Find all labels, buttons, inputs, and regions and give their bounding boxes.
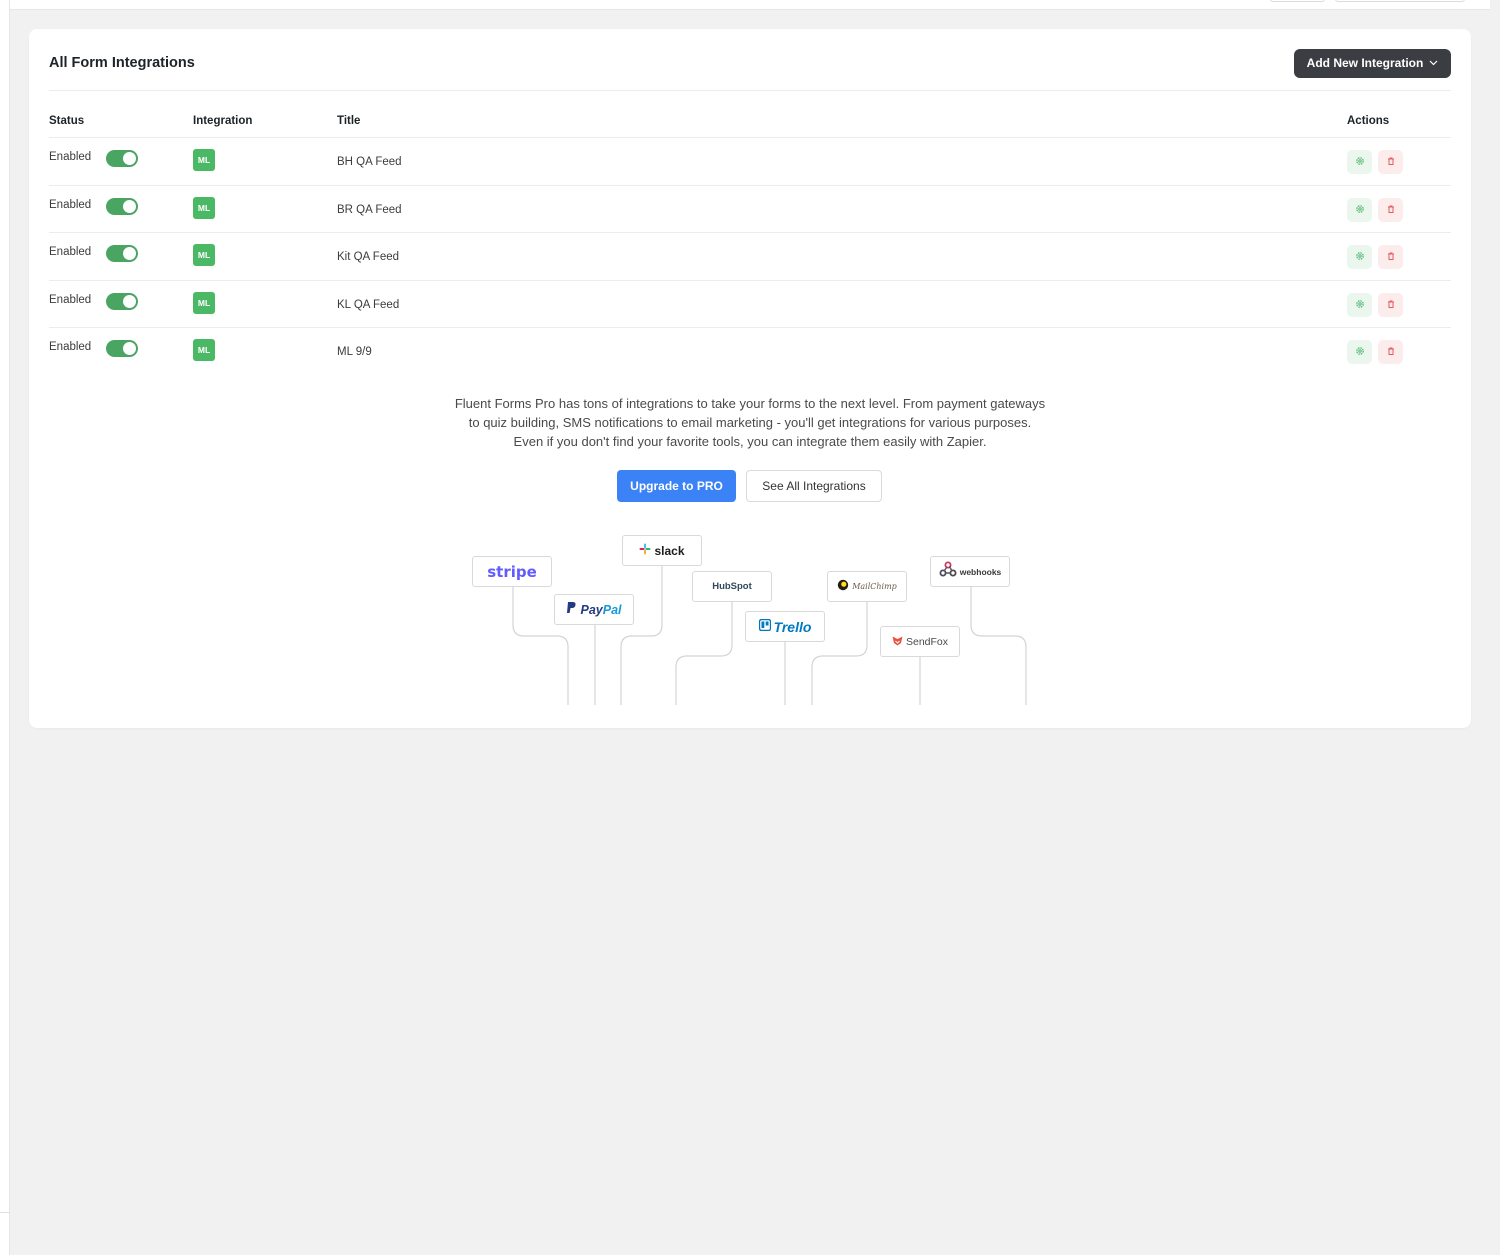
delete-button[interactable]	[1378, 340, 1403, 364]
integration-badge: ML	[193, 244, 215, 266]
paypal-wordmark: PayPal	[580, 603, 621, 617]
settings-button[interactable]	[1347, 150, 1372, 174]
status-toggle[interactable]	[106, 197, 138, 215]
delete-button[interactable]	[1378, 245, 1403, 269]
settings-button[interactable]	[1347, 245, 1372, 269]
integration-badge: ML	[193, 291, 215, 314]
promo-line: Even if you don't find your favorite too…	[513, 434, 987, 449]
trash-icon	[1386, 343, 1396, 361]
mailchimp-logo: MailChimp	[827, 571, 907, 602]
sendfox-logo: SendFox	[880, 626, 960, 657]
integration-badge: ML	[193, 149, 215, 171]
webhooks-logo: webhooks	[930, 556, 1010, 587]
feed-title: ML 9/9	[337, 346, 372, 358]
webhooks-icon	[939, 561, 957, 582]
trash-icon	[1386, 296, 1396, 314]
status-label: Enabled	[49, 198, 92, 211]
pro-promo-text: Fluent Forms Pro has tons of integration…	[29, 394, 1471, 451]
page-title: All Form Integrations	[49, 55, 195, 71]
table-row: Enabled ML ML 9/9	[49, 328, 1451, 376]
trello-icon	[758, 618, 771, 636]
top-toolbar	[10, 0, 1490, 10]
table-row: Enabled ML Kit QA Feed	[49, 233, 1451, 281]
column-title: Title	[337, 115, 361, 127]
table-row: Enabled ML KL QA Feed	[49, 281, 1451, 328]
gear-icon	[1355, 296, 1365, 314]
trello-wordmark: Trello	[773, 618, 812, 635]
sendfox-wordmark: SendFox	[905, 635, 949, 648]
mailchimp-icon	[837, 578, 849, 596]
toolbar-button-ghost[interactable]	[1270, 0, 1325, 2]
see-all-integrations-button[interactable]: See All Integrations	[746, 470, 882, 502]
trash-icon	[1386, 248, 1396, 266]
stripe-logo: stripe	[472, 556, 552, 587]
add-new-integration-label: Add New Integration	[1306, 56, 1424, 70]
delete-button[interactable]	[1378, 197, 1403, 222]
slack-wordmark: slack	[654, 543, 685, 558]
paypal-logo: PayPal	[554, 594, 634, 625]
webhooks-wordmark: webhooks	[959, 566, 1002, 577]
integrations-card: All Form Integrations Add New Integratio…	[29, 29, 1471, 728]
gear-icon	[1355, 201, 1365, 219]
table-row: Enabled ML BR QA Feed	[49, 186, 1451, 233]
paypal-wordmark-pay: Pay	[580, 602, 603, 617]
chevron-down-icon	[1429, 49, 1438, 78]
feed-title: BR QA Feed	[337, 203, 402, 216]
gear-icon	[1355, 248, 1365, 266]
settings-button[interactable]	[1347, 340, 1372, 364]
feed-title: Kit QA Feed	[337, 251, 400, 263]
slack-icon	[639, 542, 651, 560]
status-label: Enabled	[49, 293, 92, 306]
gear-icon	[1355, 343, 1365, 361]
status-label: Enabled	[49, 341, 92, 353]
delete-button[interactable]	[1378, 150, 1403, 174]
table-header: Status Integration Title Actions	[49, 101, 1451, 138]
stripe-wordmark: stripe	[487, 562, 537, 581]
delete-button[interactable]	[1378, 292, 1403, 317]
feed-title: BH QA Feed	[337, 156, 402, 168]
divider	[0, 1212, 10, 1213]
settings-button[interactable]	[1347, 292, 1372, 317]
card-header: All Form Integrations Add New Integratio…	[49, 29, 1451, 91]
status-toggle[interactable]	[106, 245, 138, 262]
status-label: Enabled	[49, 246, 92, 258]
hubspot-wordmark: HubSpot	[712, 581, 752, 592]
status-toggle[interactable]	[106, 292, 138, 310]
hubspot-logo: HubSpot	[692, 571, 772, 602]
trash-icon	[1386, 201, 1396, 219]
integrations-table: Status Integration Title Actions Enabled…	[49, 101, 1451, 376]
mailchimp-wordmark: MailChimp	[852, 582, 897, 591]
trello-logo: Trello	[745, 611, 825, 642]
toolbar-button-ghost[interactable]	[1335, 0, 1465, 2]
status-toggle[interactable]	[106, 340, 138, 357]
status-toggle[interactable]	[106, 150, 138, 167]
settings-button[interactable]	[1347, 197, 1372, 222]
promo-actions: Upgrade to PRO See All Integrations	[29, 470, 1471, 502]
table-row: Enabled ML BH QA Feed	[49, 138, 1451, 186]
gear-icon	[1355, 153, 1365, 171]
sendfox-icon	[892, 633, 903, 651]
column-integration: Integration	[193, 115, 253, 127]
trash-icon	[1386, 153, 1396, 171]
paypal-wordmark-pal: Pal	[602, 602, 622, 617]
add-new-integration-button[interactable]: Add New Integration	[1294, 49, 1451, 78]
admin-sidebar-edge	[0, 0, 10, 1255]
integration-badge: ML	[193, 339, 215, 361]
column-actions: Actions	[1347, 115, 1390, 127]
promo-line: to quiz building, SMS notifications to e…	[468, 415, 1032, 430]
paypal-icon	[566, 601, 577, 619]
slack-logo: slack	[622, 535, 702, 566]
promo-line: Fluent Forms Pro has tons of integration…	[454, 396, 1046, 411]
integration-badge: ML	[193, 196, 215, 219]
feed-title: KL QA Feed	[337, 298, 400, 311]
upgrade-to-pro-button[interactable]: Upgrade to PRO	[617, 470, 736, 502]
column-status: Status	[49, 115, 85, 127]
status-label: Enabled	[49, 151, 92, 163]
